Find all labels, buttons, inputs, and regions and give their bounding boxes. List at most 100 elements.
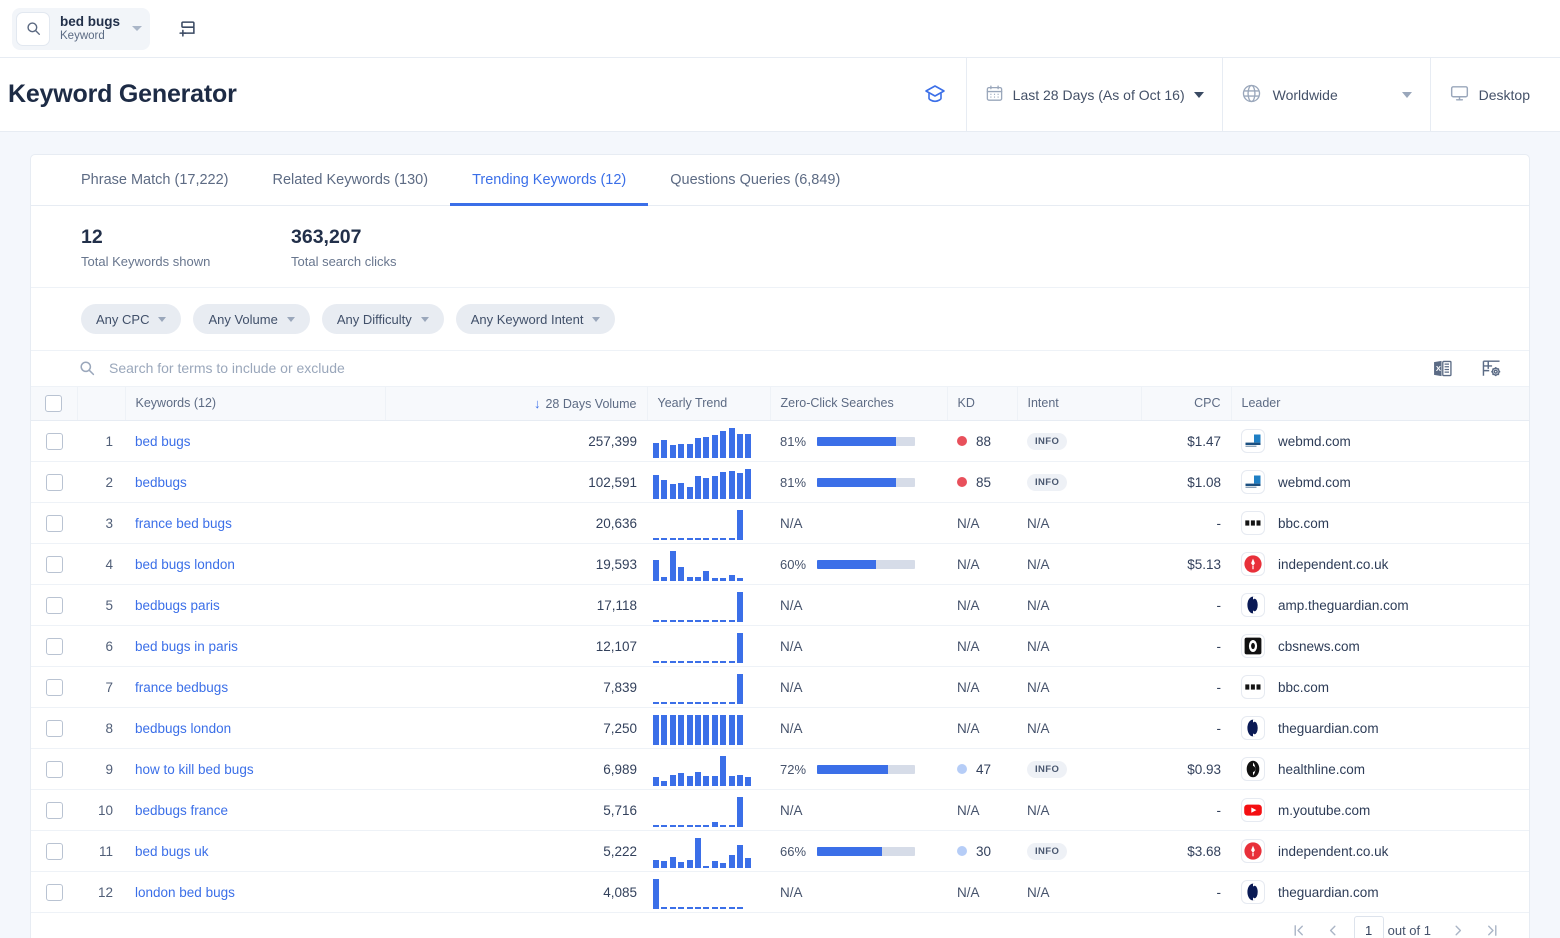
table-row[interactable]: 12 london bed bugs 4,085 N/A N/A N/A - t… [31,872,1530,913]
zero-click-bar [817,560,915,569]
select-all-checkbox[interactable] [45,395,62,412]
table-row[interactable]: 3 france bed bugs 20,636 N/A N/A N/A - b… [31,503,1530,544]
keyword-link[interactable]: bedbugs france [135,803,228,818]
row-checkbox[interactable] [46,474,63,491]
table-row[interactable]: 5 bedbugs paris 17,118 N/A N/A N/A - amp… [31,585,1530,626]
search-icon[interactable] [16,12,50,46]
keyword-link[interactable]: bedbugs paris [135,598,220,613]
col-keywords[interactable]: Keywords (12) [125,387,385,421]
keyword-selector-chip[interactable]: bed bugs Keyword [12,8,150,50]
table-row[interactable]: 9 how to kill bed bugs 6,989 72% 47 INFO… [31,749,1530,790]
keyword-link[interactable]: how to kill bed bugs [135,762,254,777]
table-row[interactable]: 8 bedbugs london 7,250 N/A N/A N/A - the… [31,708,1530,749]
keyword-link[interactable]: bed bugs in paris [135,639,238,654]
leader[interactable]: amp.theguardian.com [1241,593,1530,617]
stat-total-search-clicks: 363,207 Total search clicks [291,226,501,269]
trend-bar [695,661,701,663]
keyword-link[interactable]: london bed bugs [135,885,235,900]
table-row[interactable]: 7 france bedbugs 7,839 N/A N/A N/A - bbc… [31,667,1530,708]
leader[interactable]: bbc.com [1241,511,1530,535]
table-row[interactable]: 2 bedbugs 102,591 81% 85 INFO $1.08 webm… [31,462,1530,503]
filter-difficulty[interactable]: Any Difficulty [322,304,444,334]
trend-bar [695,438,701,458]
region-selector[interactable]: Worldwide [1222,58,1430,132]
yearly-trend-cell [647,503,770,544]
keyword-cell: bed bugs london [125,544,385,585]
academy-graduation-icon[interactable] [904,58,966,132]
row-checkbox[interactable] [46,638,63,655]
table-settings-gear-icon[interactable] [1480,357,1503,380]
leader[interactable]: bbc.com [1241,675,1530,699]
col-28-days-volume[interactable]: ↓28 Days Volume [385,387,647,421]
trend-sparkline [647,752,770,786]
col-leader[interactable]: Leader [1231,387,1530,421]
next-page-icon[interactable] [1441,913,1475,938]
leader-domain: theguardian.com [1278,721,1379,736]
trend-bar [695,772,701,786]
leader[interactable]: independent.co.uk [1241,839,1530,863]
table-row[interactable]: 1 bed bugs 257,399 81% 88 INFO $1.47 web… [31,421,1530,462]
page-number[interactable]: 1 [1354,916,1384,938]
col-intent[interactable]: Intent [1017,387,1141,421]
tab-related-keywords[interactable]: Related Keywords (130) [251,155,451,206]
zero-click-searches: 81% [780,434,937,449]
leader[interactable]: theguardian.com [1241,880,1530,904]
filter-cpc[interactable]: Any CPC [81,304,181,334]
keyword-link[interactable]: bedbugs [135,475,187,490]
keyword-link[interactable]: bed bugs uk [135,844,209,859]
table-row[interactable]: 10 bedbugs france 5,716 N/A N/A N/A - m.… [31,790,1530,831]
date-range-selector[interactable]: Last 28 Days (As of Oct 16) [966,58,1222,132]
tab-phrase-match[interactable]: Phrase Match (17,222) [59,155,251,206]
prev-page-icon[interactable] [1316,913,1350,938]
leader[interactable]: webmd.com [1241,470,1530,494]
row-checkbox[interactable] [46,884,63,901]
row-checkbox[interactable] [46,761,63,778]
leader[interactable]: independent.co.uk [1241,552,1530,576]
keyword-link[interactable]: france bed bugs [135,516,232,531]
filter-keyword-intent[interactable]: Any Keyword Intent [456,304,616,334]
last-page-icon[interactable] [1475,913,1509,938]
col-kd[interactable]: KD [947,387,1017,421]
yearly-trend-cell [647,749,770,790]
keyword-link[interactable]: bed bugs london [135,557,235,572]
leader[interactable]: theguardian.com [1241,716,1530,740]
trend-bar [687,577,693,581]
chevron-down-icon[interactable] [132,26,142,31]
row-checkbox[interactable] [46,556,63,573]
kd-dot-icon [957,477,967,487]
tab-trending-keywords[interactable]: Trending Keywords (12) [450,155,648,206]
row-checkbox[interactable] [46,802,63,819]
keyword-cell: bedbugs london [125,708,385,749]
table-row[interactable]: 4 bed bugs london 19,593 60% N/A N/A $5.… [31,544,1530,585]
tab-questions-queries[interactable]: Questions Queries (6,849) [648,155,862,206]
leader[interactable]: cbsnews.com [1241,634,1530,658]
col-cpc[interactable]: CPC [1141,387,1231,421]
row-checkbox[interactable] [46,597,63,614]
row-checkbox[interactable] [46,843,63,860]
trend-bar [661,480,667,499]
device-selector[interactable]: Desktop [1430,58,1560,132]
leader[interactable]: m.youtube.com [1241,798,1530,822]
row-checkbox[interactable] [46,679,63,696]
zero-click-searches: 60% [780,557,937,572]
row-checkbox[interactable] [46,515,63,532]
table-row[interactable]: 11 bed bugs uk 5,222 66% 30 INFO $3.68 i… [31,831,1530,872]
first-page-icon[interactable] [1282,913,1316,938]
keyword-link[interactable]: bedbugs london [135,721,231,736]
excel-export-icon[interactable]: X [1431,357,1454,380]
row-checkbox[interactable] [46,433,63,450]
leader[interactable]: webmd.com [1241,429,1530,453]
keyword-link[interactable]: bed bugs [135,434,191,449]
filter-volume[interactable]: Any Volume [193,304,309,334]
add-tab-icon[interactable] [172,14,202,44]
keyword-link[interactable]: france bedbugs [135,680,228,695]
col-yearly-trend[interactable]: Yearly Trend [647,387,770,421]
table-row[interactable]: 6 bed bugs in paris 12,107 N/A N/A N/A -… [31,626,1530,667]
search-input[interactable] [109,360,1431,376]
trend-bar [720,538,726,540]
trend-bar [712,776,718,786]
yearly-trend-cell [647,462,770,503]
col-zero-click-searches[interactable]: Zero-Click Searches [770,387,947,421]
leader[interactable]: healthline.com [1241,757,1530,781]
row-checkbox[interactable] [46,720,63,737]
